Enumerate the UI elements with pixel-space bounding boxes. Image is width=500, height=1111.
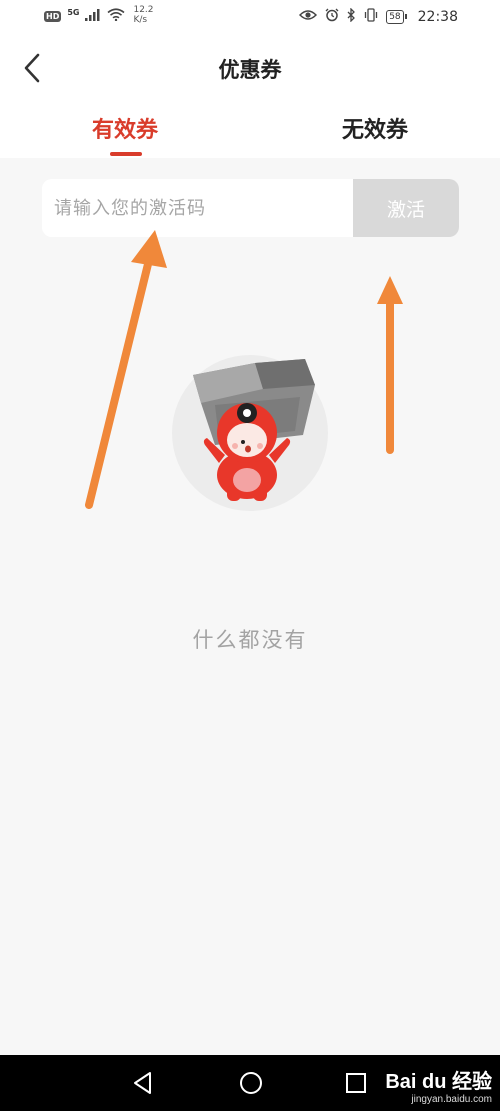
signal-icon — [85, 8, 101, 25]
nav-back-icon[interactable] — [130, 1069, 156, 1097]
battery-icon: 58 — [386, 10, 408, 24]
status-right: 58 22:38 — [299, 7, 458, 26]
tab-invalid-coupons[interactable]: 无效券 — [290, 112, 460, 144]
wifi-icon — [107, 8, 125, 25]
status-bar: HD 5G 12.2 K/s 58 22:38 — [0, 0, 500, 36]
nav-home-icon[interactable] — [237, 1069, 265, 1097]
system-navigation-bar: Bai du 经验 jingyan.baidu.com — [0, 1055, 500, 1111]
net-speed: 12.2 K/s — [133, 5, 153, 25]
watermark-logo: Bai du 经验 — [385, 1071, 492, 1093]
tab-bar: 有效券 无效券 — [0, 100, 500, 158]
network-type: 5G — [67, 8, 80, 17]
activate-button[interactable]: 激活 — [353, 179, 459, 237]
baidu-jingyan-watermark: Bai du 经验 jingyan.baidu.com — [385, 1065, 492, 1105]
page-title: 优惠券 — [218, 58, 282, 82]
net-speed-unit: K/s — [133, 14, 148, 25]
eye-icon — [299, 9, 318, 25]
battery-level: 58 — [389, 12, 401, 22]
tab-valid-coupons[interactable]: 有效券 — [40, 112, 210, 144]
active-tab-indicator — [110, 152, 142, 156]
empty-state-message: 什么都没有 — [192, 628, 308, 652]
bluetooth-icon — [347, 7, 356, 26]
hd-badge: HD — [44, 11, 62, 22]
vibrate-icon — [364, 8, 378, 26]
nav-recents-icon[interactable] — [343, 1069, 369, 1097]
watermark-url: jingyan.baidu.com — [411, 1094, 492, 1105]
empty-mascot-illustration — [172, 355, 328, 511]
alarm-icon — [325, 8, 339, 26]
nav-bar: 优惠券 — [0, 36, 500, 100]
clock: 22:38 — [417, 9, 458, 25]
net-speed-value: 12.2 — [133, 4, 154, 15]
annotation-arrow-button — [377, 276, 403, 454]
status-left: HD 5G 12.2 K/s — [44, 5, 154, 25]
